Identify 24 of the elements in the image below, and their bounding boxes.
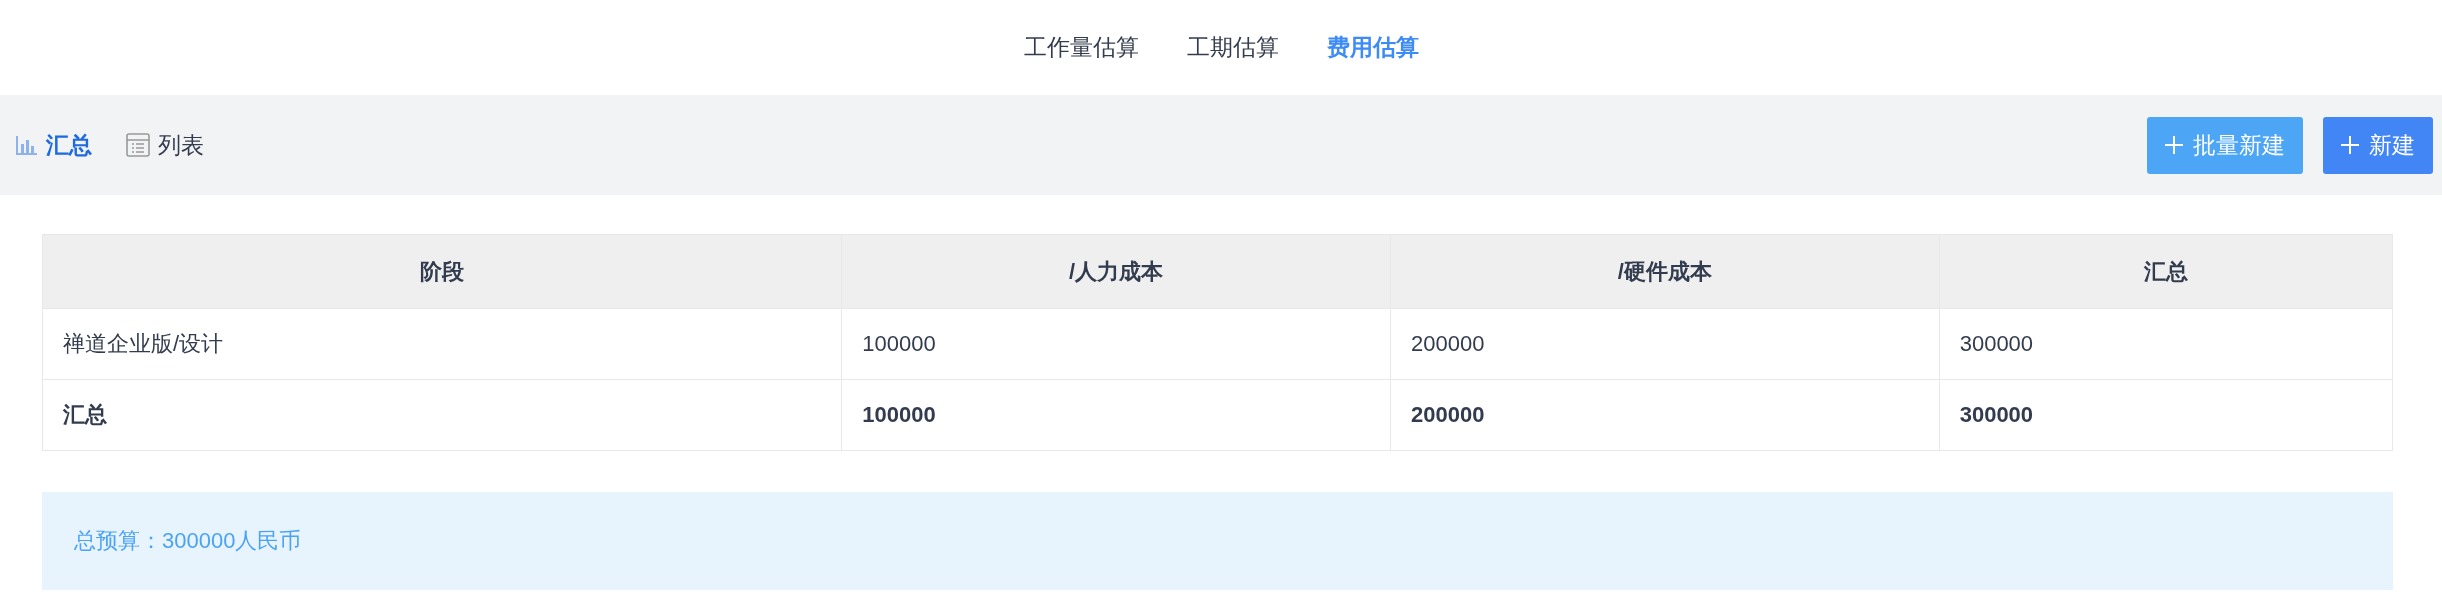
batch-create-button[interactable]: 批量新建 <box>2147 116 2303 174</box>
table-cell: 300000 <box>1939 379 2393 451</box>
plus-icon <box>2165 136 2183 154</box>
create-button[interactable]: 新建 <box>2323 116 2433 174</box>
table-cell: 100000 <box>841 379 1391 451</box>
column-header: 阶段 <box>42 234 842 309</box>
tab[interactable]: 费用估算 <box>1326 32 1419 63</box>
table-cell: 禅道企业版/设计 <box>42 308 842 380</box>
tab[interactable]: 工期估算 <box>1186 32 1279 63</box>
column-header: 汇总 <box>1939 234 2393 309</box>
table-cell: 200000 <box>1390 308 1940 380</box>
plus-icon <box>2341 136 2359 154</box>
column-header: /硬件成本 <box>1390 234 1940 309</box>
table-cell: 100000 <box>841 308 1391 380</box>
table-cell: 汇总 <box>42 379 842 451</box>
view-toggle[interactable]: 列表 <box>126 129 204 161</box>
table-icon <box>126 133 150 157</box>
table-cell: 200000 <box>1390 379 1940 451</box>
view-toggle[interactable]: 汇总 <box>16 129 92 161</box>
tab[interactable]: 工作量估算 <box>1023 32 1139 63</box>
budget-notice: 总预算：300000人民币 <box>42 492 2393 590</box>
column-header: /人力成本 <box>841 234 1391 309</box>
table-cell: 300000 <box>1939 308 2393 380</box>
bar-chart-icon <box>16 135 38 155</box>
